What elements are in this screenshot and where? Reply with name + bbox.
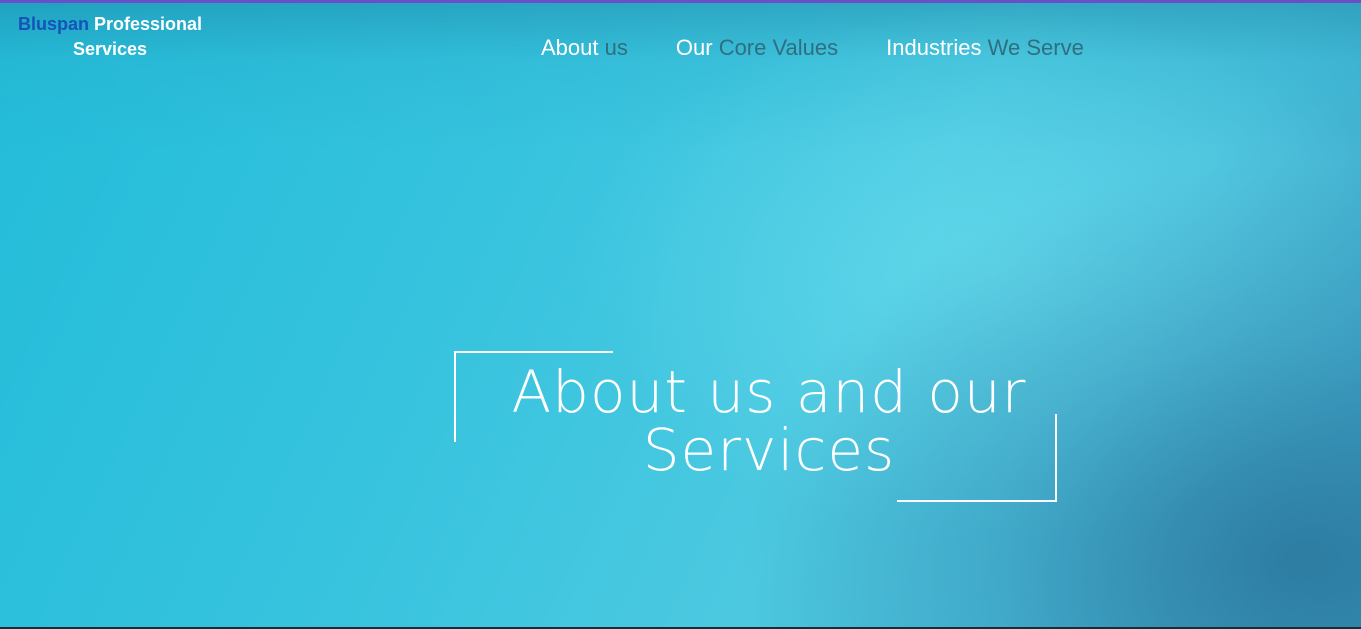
hero-title-line-2: Services bbox=[642, 416, 896, 484]
top-accent-bar bbox=[0, 0, 1361, 3]
logo-rest-text: Professional Services bbox=[72, 14, 203, 59]
nav-label-primary: Our bbox=[675, 35, 713, 60]
nav-label-primary: About bbox=[541, 35, 599, 60]
hero-title-line-1: About us and our bbox=[511, 358, 1027, 426]
nav-label-secondary: us bbox=[604, 35, 628, 60]
nav-item-core-values[interactable]: Our Core Values bbox=[676, 35, 838, 61]
main-nav: About us Our Core Values Industries We S… bbox=[541, 35, 1084, 61]
nav-label-secondary: We Serve bbox=[987, 35, 1084, 60]
site-logo[interactable]: Bluspan Professional Services bbox=[10, 12, 210, 62]
logo-brand-text: Bluspan bbox=[17, 14, 89, 34]
nav-item-about-us[interactable]: About us bbox=[541, 35, 628, 61]
hero-title: About us and our Services bbox=[454, 363, 1084, 479]
hero-section: About us and our Services bbox=[454, 351, 1057, 502]
nav-item-industries[interactable]: Industries We Serve bbox=[886, 35, 1084, 61]
nav-label-secondary: Core Values bbox=[718, 35, 839, 60]
nav-label-primary: Industries bbox=[886, 35, 982, 60]
